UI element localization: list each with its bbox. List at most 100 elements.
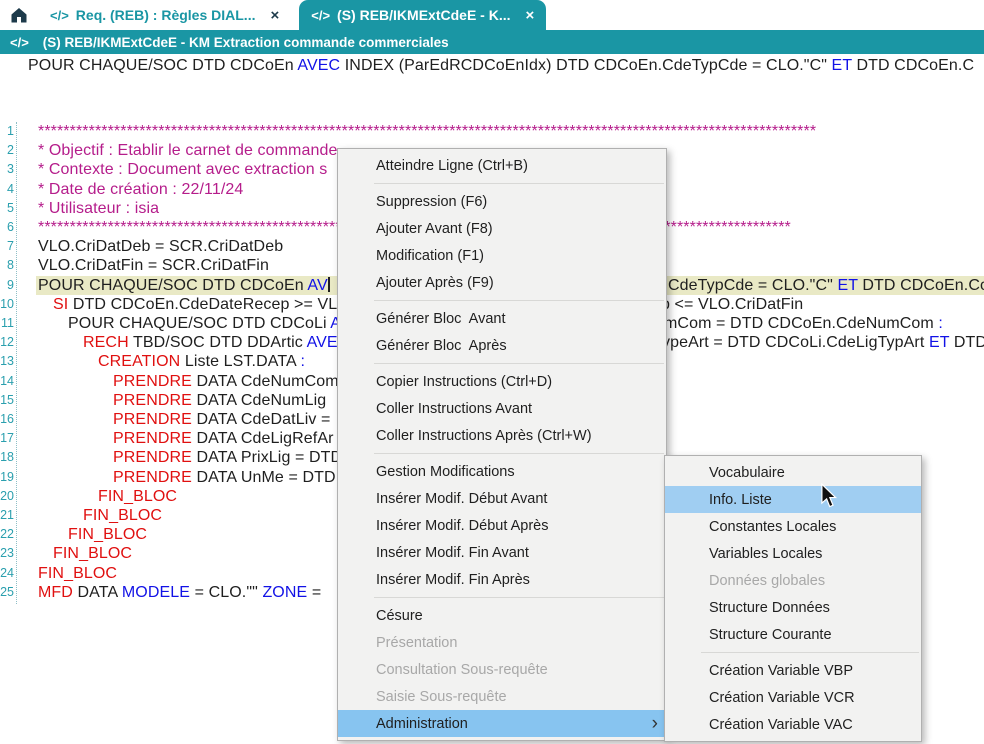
code-segment: MODELE: [122, 584, 190, 601]
code-line-text: PRENDRE DATA CdeNumLig: [36, 391, 331, 410]
home-button[interactable]: [0, 0, 38, 30]
line-number: 22: [0, 525, 14, 544]
code-segment: DATA: [73, 584, 122, 601]
code-line-text: MFD DATA MODELE = CLO."" ZONE =: [36, 583, 321, 602]
code-segment: * Utilisateur : isia: [38, 200, 159, 217]
menu-separator: [374, 453, 664, 454]
line-number: 18: [0, 448, 14, 467]
line-number: 1: [0, 122, 14, 141]
context-menu-item-inserer-modif-fin-avant[interactable]: Insérer Modif. Fin Avant: [338, 539, 666, 566]
code-segment: mCom = DTD CDCoEn.CdeNumCom: [664, 315, 938, 332]
code-segment: AV: [307, 277, 327, 294]
code-line-right-fragment: mCom = DTD CDCoEn.CdeNumCom :: [664, 314, 943, 333]
menu-item-label: Création Variable VBP: [709, 663, 909, 679]
code-line-text: PRENDRE DATA PrixLig = DTD: [36, 448, 342, 467]
tab-req-reb[interactable]: </> Req. (REB) : Règles DIAL... ×: [38, 0, 291, 30]
code-line-text: ****************************************…: [36, 122, 816, 141]
code-segment: DTD CDCoEn.C: [852, 57, 974, 74]
context-menu-item-suppression-f6[interactable]: Suppression (F6): [338, 188, 666, 215]
code-line-text: POUR CHAQUE/SOC DTD CDCoEn AV: [36, 276, 328, 295]
context-menu-item-ajouter-avant-f8[interactable]: Ajouter Avant (F8): [338, 215, 666, 242]
menu-item-label: Coller Instructions Après (Ctrl+W): [376, 428, 654, 444]
menu-item-label: Constantes Locales: [709, 519, 909, 535]
context-menu-item-copier-instructions-ctrl-d[interactable]: Copier Instructions (Ctrl+D): [338, 368, 666, 395]
code-segment: POUR CHAQUE/SOC DTD CDCoEn: [38, 277, 307, 294]
context-menu-item-modification-f1[interactable]: Modification (F1): [338, 242, 666, 269]
close-tab-icon[interactable]: ×: [270, 7, 279, 24]
menu-item-label: Ajouter Après (F9): [376, 275, 654, 291]
code-segment: * Date de création : 22/11/24: [38, 181, 243, 198]
context-menu-item-gestion-modifications[interactable]: Gestion Modifications: [338, 458, 666, 485]
code-segment: PRENDRE: [113, 469, 192, 486]
context-menu-item-inserer-modif-debut-apres[interactable]: Insérer Modif. Début Après: [338, 512, 666, 539]
code-line-text: PRENDRE DATA UnMe = DTD: [36, 468, 336, 487]
code-segment: SI: [53, 296, 68, 313]
context-menu-item-coller-instructions-avant[interactable]: Coller Instructions Avant: [338, 395, 666, 422]
close-tab-icon[interactable]: ×: [526, 7, 535, 24]
code-segment: FIN_BLOC: [53, 545, 132, 562]
document-title: (S) REB/IKMExtCdeE - KM Extraction comma…: [43, 35, 449, 50]
menu-item-label: Gestion Modifications: [376, 464, 654, 480]
gutter-divider: [16, 122, 17, 604]
menu-item-label: Atteindre Ligne (Ctrl+B): [376, 158, 654, 174]
line-number: 5: [0, 199, 14, 218]
text-caret: [328, 277, 330, 292]
line-number: 12: [0, 333, 14, 352]
code-segment: DATA CdeDatLiv =: [192, 411, 331, 428]
code-segment: DTD CDCoEn.CdeDateRecep >= VLO: [68, 296, 349, 313]
context-menu-item-inserer-modif-debut-avant[interactable]: Insérer Modif. Début Avant: [338, 485, 666, 512]
context-menu-item-presentation: Présentation: [338, 629, 666, 656]
line-number: 16: [0, 410, 14, 429]
code-segment: :: [300, 353, 305, 370]
submenu-item-creation-variable-vac[interactable]: Création Variable VAC: [665, 711, 921, 738]
code-line-text: * Date de création : 22/11/24: [36, 180, 243, 199]
menu-item-label: Vocabulaire: [709, 465, 909, 481]
context-menu-item-inserer-modif-fin-apres[interactable]: Insérer Modif. Fin Après: [338, 566, 666, 593]
tab-label: (S) REB/IKMExtCdeE - K...: [337, 7, 510, 23]
submenu-item-creation-variable-vbp[interactable]: Création Variable VBP: [665, 657, 921, 684]
submenu-item-creation-variable-vcr[interactable]: Création Variable VCR: [665, 684, 921, 711]
code-line-right-fragment: ypeArt = DTD CDCoLi.CdeLigTypArt ET DTD …: [662, 333, 984, 352]
menu-item-label: Générer Bloc Après: [376, 338, 654, 354]
context-menu-item-administration[interactable]: Administration›: [338, 710, 666, 737]
line-number: 11: [0, 314, 14, 333]
submenu-arrow-icon: ›: [652, 714, 658, 733]
submenu-item-structure-donnees[interactable]: Structure Données: [665, 594, 921, 621]
menu-separator: [374, 183, 664, 184]
submenu-item-variables-locales[interactable]: Variables Locales: [665, 540, 921, 567]
code-line-text: * Contexte : Document avec extraction s: [36, 160, 327, 179]
code-line-1[interactable]: ****************************************…: [36, 122, 984, 141]
line-number: 3: [0, 160, 14, 179]
code-segment: VLO.CriDatFin = SCR.CriDatFin: [38, 257, 269, 274]
code-line-text: FIN_BLOC: [36, 564, 117, 583]
code-segment: DATA CdeNumLig: [192, 392, 331, 409]
menu-separator: [374, 597, 664, 598]
context-menu-item-atteindre-ligne-ctrl-b[interactable]: Atteindre Ligne (Ctrl+B): [338, 152, 666, 179]
menu-item-label: Insérer Modif. Début Après: [376, 518, 654, 534]
context-menu-item-cesure[interactable]: Césure: [338, 602, 666, 629]
context-menu-item-ajouter-apres-f9[interactable]: Ajouter Après (F9): [338, 269, 666, 296]
code-segment: AVE: [307, 334, 338, 351]
submenu-item-info-liste[interactable]: Info. Liste: [665, 486, 921, 513]
administration-submenu: Vocabulaire Info. Liste Constantes Locales…: [664, 455, 922, 742]
submenu-item-structure-courante[interactable]: Structure Courante: [665, 621, 921, 648]
line-number: 10: [0, 295, 14, 314]
line-number: 13: [0, 352, 14, 371]
menu-item-label: Saisie Sous-requête: [376, 689, 654, 705]
tab-reb-ikmextcdee[interactable]: </> (S) REB/IKMExtCdeE - K... ×: [299, 0, 546, 30]
context-menu: Atteindre Ligne (Ctrl+B) Suppression (F6)…: [337, 148, 667, 741]
submenu-item-vocabulaire[interactable]: Vocabulaire: [665, 459, 921, 486]
menu-item-label: Structure Données: [709, 600, 909, 616]
code-segment: ****************************************…: [38, 123, 816, 140]
code-segment: INDEX (ParEdRCDCoEnIdx) DTD CDCoEn.CdeTy…: [340, 57, 831, 74]
code-segment: AVEC: [297, 57, 340, 74]
context-menu-item-coller-instructions-apres-ctrl-w[interactable]: Coller Instructions Après (Ctrl+W): [338, 422, 666, 449]
code-segment: DATA CdeNumCom: [192, 373, 339, 390]
submenu-item-constantes-locales[interactable]: Constantes Locales: [665, 513, 921, 540]
context-menu-item-generer-bloc-avant[interactable]: Générer Bloc Avant: [338, 305, 666, 332]
code-segment: PRENDRE: [113, 392, 192, 409]
code-icon: </>: [10, 35, 29, 50]
context-menu-item-generer-bloc-apres[interactable]: Générer Bloc Après: [338, 332, 666, 359]
code-segment: ZONE: [262, 584, 307, 601]
code-segment: p <= VLO.CriDatFin: [661, 296, 803, 313]
